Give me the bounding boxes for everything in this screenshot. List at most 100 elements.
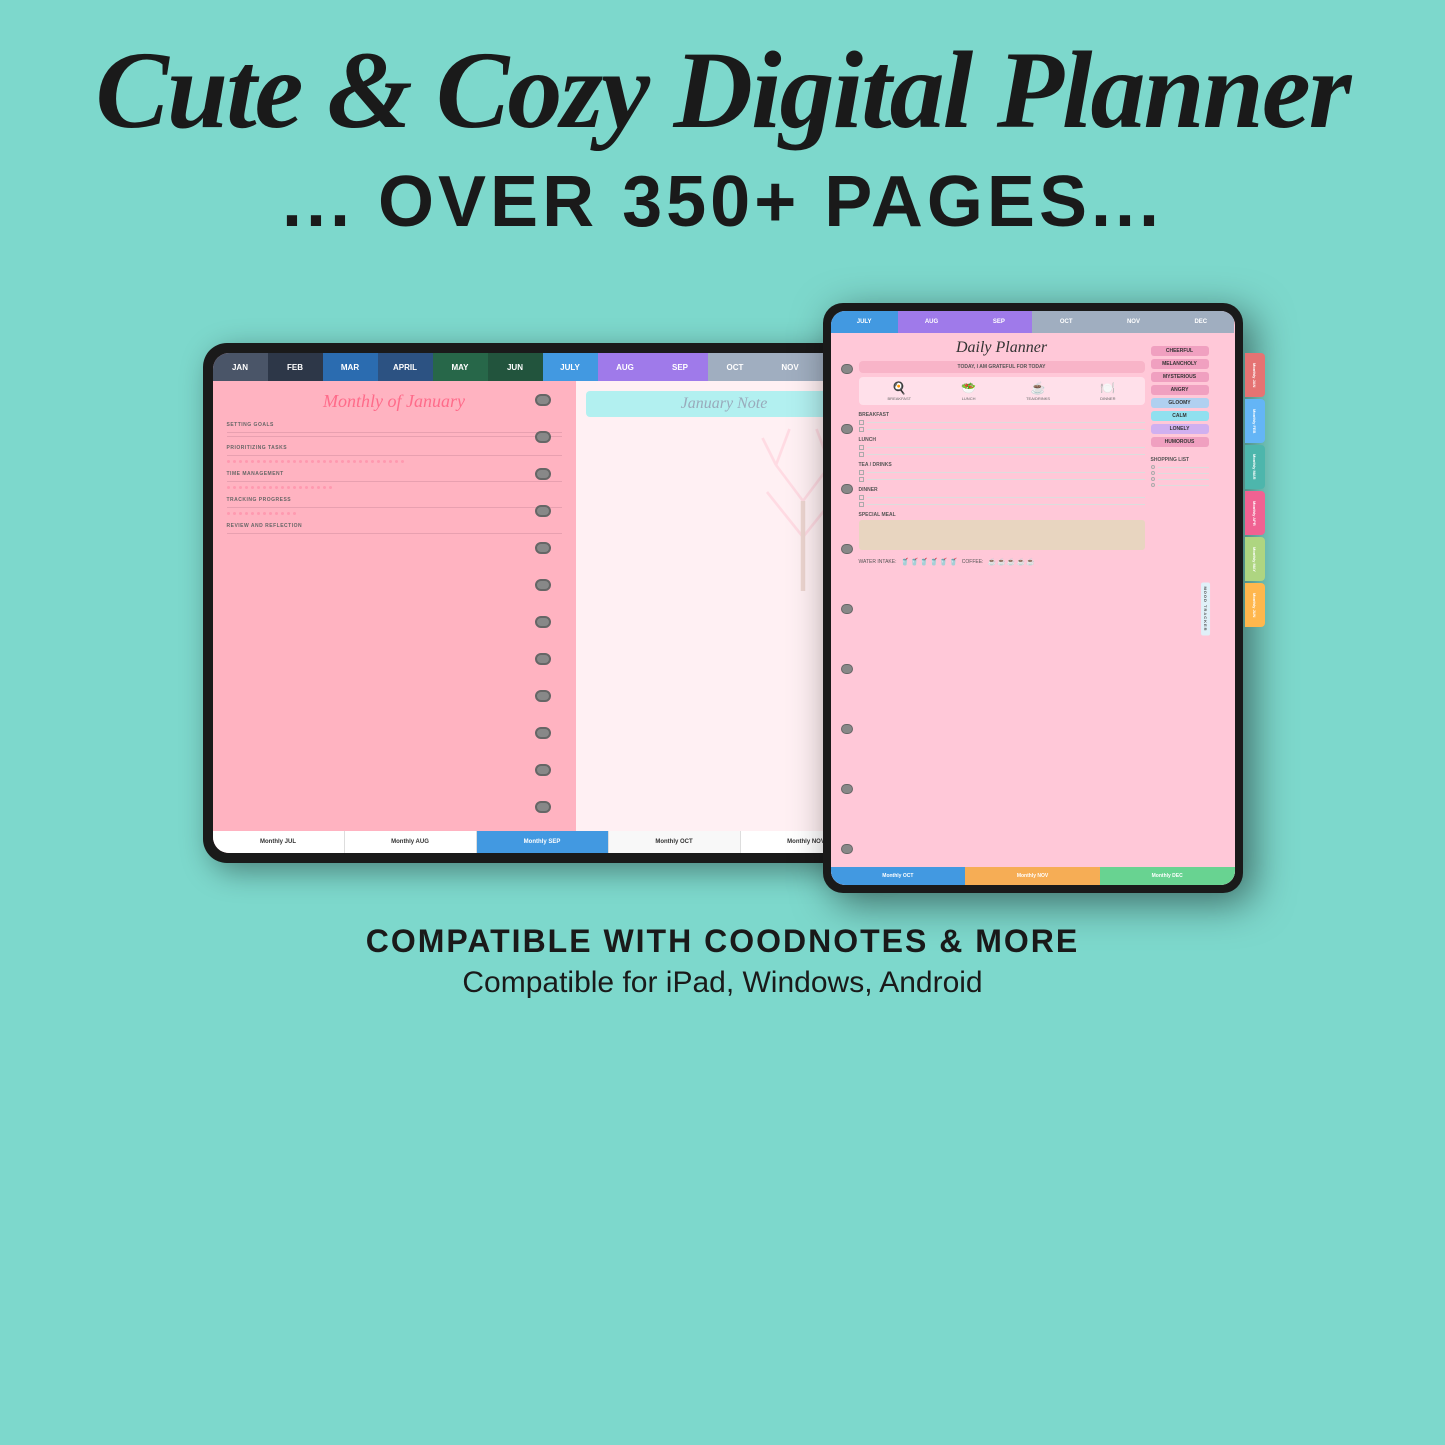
sbtab-oct[interactable]: Monthly OCT [831, 867, 966, 885]
mood-gloomy[interactable]: GLOOMY [1151, 398, 1209, 408]
dinner-icon: 🍽️ [1100, 381, 1115, 395]
btab-aug[interactable]: Monthly AUG [345, 831, 477, 853]
side-tab-apr[interactable]: Monthly APR [1245, 491, 1265, 535]
coffee-cup-2: ☕ [997, 558, 1006, 566]
footer-compatible: COMPATIBLE WITH COODNOTES & MORE [0, 923, 1445, 960]
mood-tracker-panel: CHEERFUL MELANCHOLY MYSTERIOUS ANGRY GLO… [1145, 339, 1225, 879]
sm-tab-oct[interactable]: OCT [1032, 311, 1099, 333]
dinner-check-2[interactable] [859, 502, 864, 507]
dinner-section: DINNER [859, 487, 1145, 493]
tab-feb[interactable]: FEB [268, 353, 323, 381]
side-tab-may[interactable]: Monthly MAY [1245, 537, 1265, 581]
large-bottom-tabs: Monthly JUL Monthly AUG Monthly SEP Mont… [213, 831, 873, 853]
footer-devices: Compatible for iPad, Windows, Android [0, 966, 1445, 1000]
sbtab-dec[interactable]: Monthly DEC [1100, 867, 1235, 885]
shop-line-1 [1158, 467, 1209, 468]
sbtab-nov[interactable]: Monthly NOV [965, 867, 1100, 885]
line-3 [227, 455, 562, 456]
mood-angry[interactable]: ANGRY [1151, 385, 1209, 395]
tab-july[interactable]: JULY [543, 353, 598, 381]
sm-tab-july[interactable]: JULY [831, 311, 898, 333]
mood-humorous[interactable]: HUMOROUS [1151, 437, 1209, 447]
grateful-label: TODAY, I AM GRATEFUL FOR TODAY [859, 361, 1145, 373]
special-meal-section: SPECIAL MEAL [859, 512, 1145, 518]
lunch-line-text-1 [867, 447, 1145, 448]
tab-jun[interactable]: JUN [488, 353, 543, 381]
lunch-section: LUNCH [859, 437, 1145, 443]
line-5 [227, 507, 562, 508]
tab-jan[interactable]: JAN [213, 353, 268, 381]
side-tab-mar[interactable]: Monthly MAR [1245, 445, 1265, 489]
mood-melancholy[interactable]: MELANCHOLY [1151, 359, 1209, 369]
dinner-icon-item: 🍽️ DINNER [1100, 381, 1115, 401]
mood-cheerful[interactable]: CHEERFUL [1151, 346, 1209, 356]
section-tasks: PRIORITIZING TASKS [227, 445, 562, 451]
dinner-check-1[interactable] [859, 495, 864, 500]
breakfast-line-text-2 [867, 429, 1145, 430]
sm-tab-nov[interactable]: NOV [1100, 311, 1167, 333]
lunch-check-2[interactable] [859, 452, 864, 457]
shop-dot-3 [1151, 477, 1155, 481]
shop-item-1 [1151, 465, 1209, 469]
tab-may[interactable]: MAY [433, 353, 488, 381]
tab-sep[interactable]: SEP [653, 353, 708, 381]
breakfast-line-text-1 [867, 422, 1145, 423]
mood-mysterious[interactable]: MYSTERIOUS [1151, 372, 1209, 382]
coffee-cup-1: ☕ [987, 558, 996, 566]
coffee-cup-4: ☕ [1017, 558, 1026, 566]
breakfast-icon: 🍳 [892, 381, 907, 395]
btab-jul[interactable]: Monthly JUL [213, 831, 345, 853]
tab-apr[interactable]: APRIL [378, 353, 433, 381]
side-tab-jan[interactable]: Monthly JAN [1245, 353, 1265, 397]
tab-nov[interactable]: NOV [763, 353, 818, 381]
side-tab-feb[interactable]: Monthly FEB [1245, 399, 1265, 443]
section-time: TIME MANAGEMENT [227, 471, 562, 477]
tablets-container: JAN FEB MAR APRIL MAY JUN JULY AUG SEP O… [0, 273, 1445, 893]
line-4 [227, 481, 562, 482]
coffee-label: COFFEE: [962, 559, 984, 565]
side-tab-jun[interactable]: Monthly JUN [1245, 583, 1265, 627]
breakfast-check-1[interactable] [859, 420, 864, 425]
tea-check-1[interactable] [859, 470, 864, 475]
shop-line-4 [1158, 485, 1209, 486]
btab-sep[interactable]: Monthly SEP [477, 831, 609, 853]
mood-lonely[interactable]: LONELY [1151, 424, 1209, 434]
tea-label: TEA/DRINKS [1026, 396, 1050, 401]
sm-tab-aug[interactable]: AUG [898, 311, 965, 333]
tab-oct[interactable]: OCT [708, 353, 763, 381]
section-review: REVIEW AND REFLECTION [227, 523, 562, 529]
dinner-line-2 [859, 502, 1145, 507]
dp-main-content: Daily Planner TODAY, I AM GRATEFUL FOR T… [859, 339, 1145, 879]
lunch-icon: 🥗 [961, 381, 976, 395]
sm-tab-dec[interactable]: DEC [1167, 311, 1234, 333]
breakfast-icon-item: 🍳 BREAKFAST [888, 381, 912, 401]
water-intake-section: WATER INTAKE: 🥤 🥤 🥤 🥤 🥤 🥤 COFFEE: ☕ [859, 558, 1145, 566]
header-section: Cute & Cozy Digital Planner ... OVER 350… [0, 0, 1445, 253]
sm-tab-sep[interactable]: SEP [965, 311, 1032, 333]
lunch-line-2 [859, 452, 1145, 457]
cup-2: 🥤 [910, 558, 919, 566]
breakfast-check-2[interactable] [859, 427, 864, 432]
meal-icons-row: 🍳 BREAKFAST 🥗 LUNCH ☕ TEA/DRINKS 🍽️ [859, 377, 1145, 405]
tea-line-1 [859, 470, 1145, 475]
tea-line-2 [859, 477, 1145, 482]
tab-aug[interactable]: AUG [598, 353, 653, 381]
small-tablet: JULY AUG SEP OCT NOV DEC [823, 303, 1243, 893]
cup-1: 🥤 [900, 558, 909, 566]
tea-check-2[interactable] [859, 477, 864, 482]
btab-oct[interactable]: Monthly OCT [609, 831, 741, 853]
tab-mar[interactable]: MAR [323, 353, 378, 381]
shop-line-3 [1158, 479, 1209, 480]
cup-6: 🥤 [949, 558, 958, 566]
section-tracking: TRACKING PROGRESS [227, 497, 562, 503]
tea-icon-item: ☕ TEA/DRINKS [1026, 381, 1050, 401]
mood-calm[interactable]: CALM [1151, 411, 1209, 421]
lunch-line-text-2 [867, 454, 1145, 455]
water-cups: 🥤 🥤 🥤 🥤 🥤 🥤 [900, 558, 957, 566]
breakfast-line-2 [859, 427, 1145, 432]
shop-dot-2 [1151, 471, 1155, 475]
lunch-check-1[interactable] [859, 445, 864, 450]
shopping-list: SHOPPING LIST [1151, 454, 1209, 489]
lunch-label: LUNCH [962, 396, 976, 401]
mood-tracker-label: MOOD TRACKER [1201, 582, 1210, 635]
